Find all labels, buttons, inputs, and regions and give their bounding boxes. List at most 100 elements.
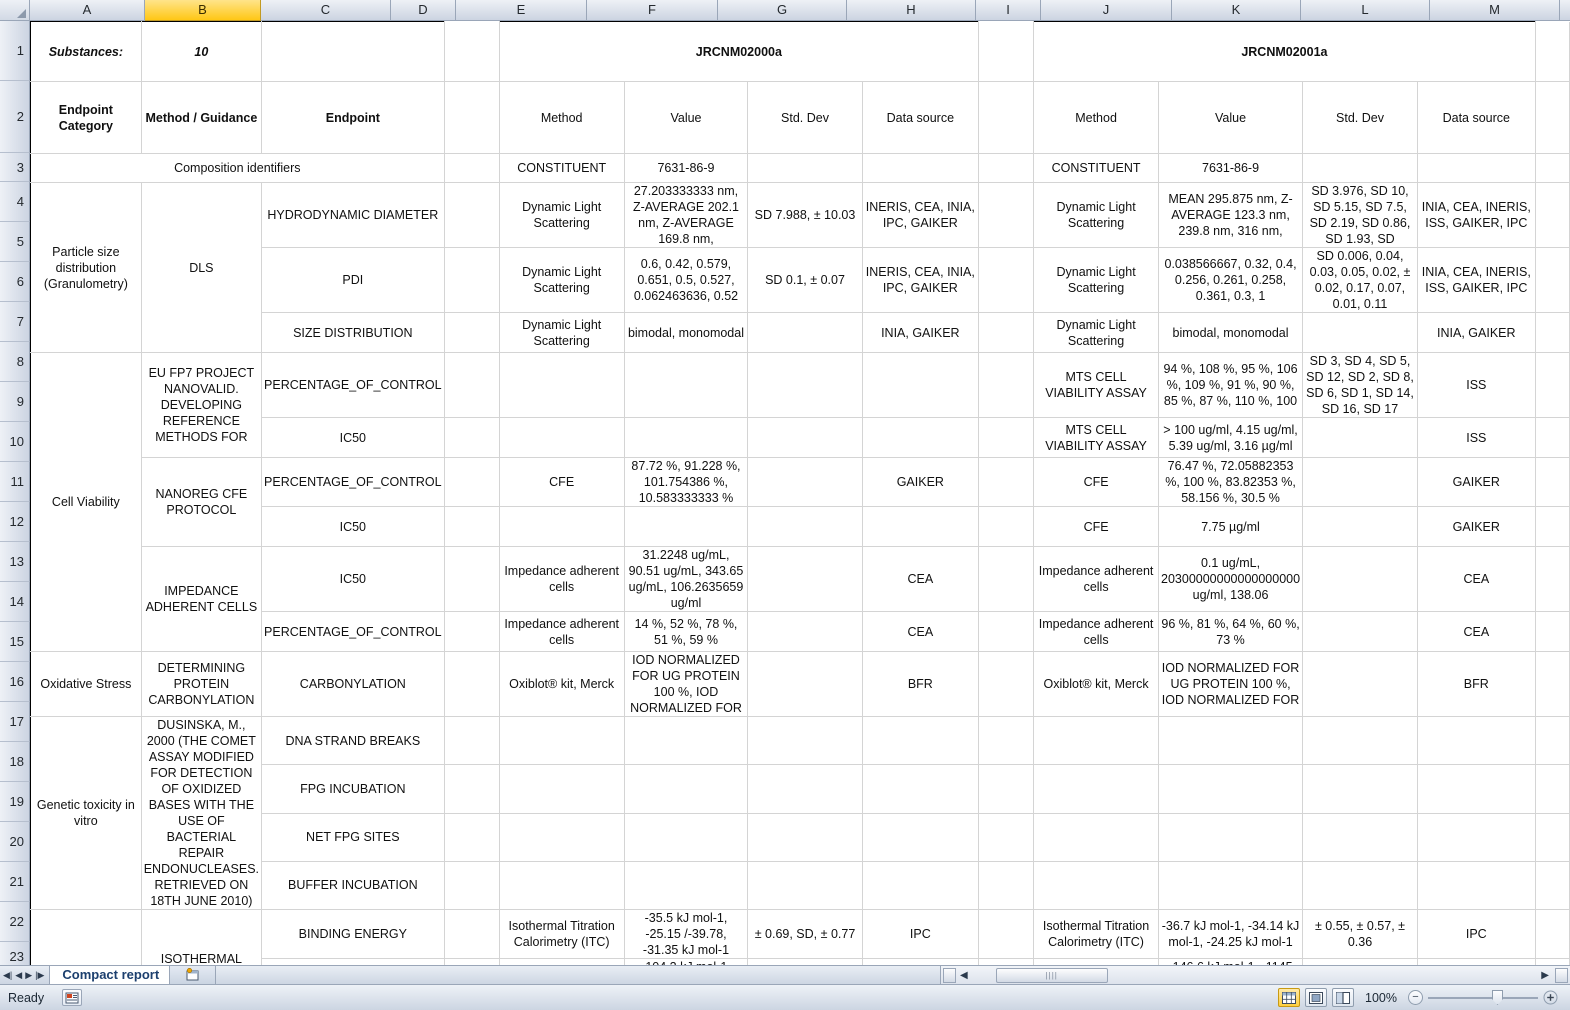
s2-src[interactable]: CEA bbox=[1417, 611, 1536, 652]
s1-sd[interactable] bbox=[747, 716, 863, 766]
s1-method[interactable]: CFE bbox=[498, 457, 625, 507]
column-header-k[interactable]: K bbox=[1172, 0, 1301, 21]
endpoint-cell[interactable]: FPG INCUBATION bbox=[261, 764, 445, 814]
spacer-d[interactable] bbox=[444, 312, 500, 353]
s1-sd[interactable] bbox=[747, 861, 863, 911]
spacer-i[interactable] bbox=[978, 247, 1035, 313]
s2-sd[interactable] bbox=[1302, 312, 1418, 353]
s2-sd[interactable]: SD 0.006, 0.04, 0.03, 0.05, 0.02, ± 0.02… bbox=[1302, 247, 1418, 313]
cell-n2[interactable] bbox=[1535, 81, 1570, 154]
spacer-i[interactable] bbox=[978, 611, 1035, 652]
view-page-break-button[interactable] bbox=[1332, 988, 1355, 1007]
cell-i2[interactable] bbox=[978, 81, 1035, 154]
s2-value[interactable]: bimodal, monomodal bbox=[1158, 312, 1304, 353]
s1-src[interactable] bbox=[862, 716, 980, 766]
header-endpoint-category[interactable]: Endpoint Category bbox=[30, 81, 142, 154]
spacer-n[interactable] bbox=[1535, 247, 1570, 313]
s1-sd[interactable] bbox=[747, 651, 863, 717]
s2-sd[interactable] bbox=[1302, 153, 1418, 183]
s1-src[interactable] bbox=[862, 417, 980, 458]
s1-value[interactable] bbox=[624, 417, 749, 458]
s2-src[interactable]: CEA bbox=[1417, 546, 1536, 612]
s1-src[interactable]: IPC bbox=[862, 909, 980, 959]
horizontal-scrollbar[interactable]: ◀ |||| ▶ bbox=[940, 965, 1570, 984]
header-s1-datasource[interactable]: Data source bbox=[862, 81, 980, 154]
s1-method[interactable] bbox=[498, 716, 625, 766]
row-header-3[interactable]: 3 bbox=[0, 153, 30, 182]
zoom-in-button[interactable] bbox=[1543, 990, 1558, 1005]
s1-method[interactable]: Dynamic Light Scattering bbox=[498, 247, 625, 313]
s1-src[interactable]: INERIS, CEA, INIA, IPC, GAIKER bbox=[862, 247, 980, 313]
spacer-i[interactable] bbox=[978, 312, 1035, 353]
row-header-6[interactable]: 6 bbox=[0, 262, 30, 302]
spacer-n[interactable] bbox=[1535, 813, 1570, 862]
spacer-n[interactable] bbox=[1535, 352, 1570, 418]
spacer-n[interactable] bbox=[1535, 764, 1570, 814]
spacer-i[interactable] bbox=[978, 506, 1035, 547]
s1-method[interactable] bbox=[498, 813, 625, 862]
column-header-j[interactable]: J bbox=[1041, 0, 1172, 21]
s2-src[interactable] bbox=[1417, 716, 1536, 766]
method-guidance-cell[interactable]: IMPEDANCE ADHERENT CELLS bbox=[141, 546, 263, 652]
substances-count[interactable]: 10 bbox=[141, 21, 263, 82]
s1-sd[interactable]: SD 0.1, ± 0.07 bbox=[747, 247, 863, 313]
spacer-d[interactable] bbox=[444, 716, 500, 766]
s1-src[interactable]: GAIKER bbox=[862, 457, 980, 507]
cell-d1[interactable] bbox=[444, 21, 500, 82]
column-header-l[interactable]: L bbox=[1301, 0, 1430, 21]
row-header-21[interactable]: 21 bbox=[0, 862, 30, 902]
spacer-n[interactable] bbox=[1535, 312, 1570, 353]
sheet-tab-compact-report[interactable]: Compact report bbox=[49, 965, 171, 985]
s1-sd[interactable] bbox=[747, 457, 863, 507]
s2-sd[interactable]: SD 3.976, SD 10, SD 5.15, SD 7.5, SD 2.1… bbox=[1302, 182, 1418, 248]
header-s1-value[interactable]: Value bbox=[624, 81, 749, 154]
s1-src[interactable] bbox=[862, 764, 980, 814]
endpoint-category-cell[interactable]: Genetic toxicity in vitro bbox=[30, 716, 142, 910]
split-handle-left[interactable] bbox=[943, 967, 956, 983]
s1-value[interactable]: -35.5 kJ mol-1, -25.15 /-39.78, -31.35 k… bbox=[624, 909, 749, 959]
column-header-b[interactable]: B bbox=[145, 0, 261, 21]
spacer-d[interactable] bbox=[444, 651, 500, 717]
s2-src[interactable]: GAIKER bbox=[1417, 506, 1536, 547]
method-guidance-cell[interactable]: DETERMINING PROTEIN CARBONYLATION bbox=[141, 651, 263, 717]
s2-value[interactable] bbox=[1158, 813, 1304, 862]
s1-value[interactable]: bimodal, monomodal bbox=[624, 312, 749, 353]
s1-method[interactable] bbox=[498, 352, 625, 418]
spacer-n[interactable] bbox=[1535, 909, 1570, 959]
s2-src[interactable]: INIA, CEA, INERIS, ISS, GAIKER, IPC bbox=[1417, 247, 1536, 313]
endpoint-cell[interactable]: PERCENTAGE_OF_CONTROL bbox=[261, 352, 445, 418]
worksheet-grid[interactable]: 1 2 3 4 5 6 7 8 9 10 11 12 13 14 15 16 17 18 19 20 21 22 23 Su… bbox=[0, 21, 1570, 965]
s2-value[interactable]: IOD NORMALIZED FOR UG PROTEIN 100 %, IOD… bbox=[1158, 651, 1304, 717]
s2-method[interactable]: Oxiblot® kit, Merck bbox=[1033, 651, 1160, 717]
cell-d3[interactable] bbox=[444, 153, 500, 183]
header-s1-stddev[interactable]: Std. Dev bbox=[747, 81, 863, 154]
split-handle-right[interactable] bbox=[1555, 967, 1568, 983]
endpoint-cell[interactable]: PDI bbox=[261, 247, 445, 313]
spacer-i[interactable] bbox=[978, 457, 1035, 507]
s2-method[interactable]: Dynamic Light Scattering bbox=[1033, 247, 1160, 313]
cell-n1[interactable] bbox=[1535, 21, 1570, 82]
scroll-right-arrow[interactable]: ▶ bbox=[1535, 970, 1555, 981]
s1-method[interactable]: Isothermal Titration Calorimetry (ITC) bbox=[498, 909, 625, 959]
prev-sheet-icon[interactable]: ◀ bbox=[15, 970, 22, 981]
s1-method[interactable]: Dynamic Light Scattering bbox=[498, 182, 625, 248]
hscroll-thumb[interactable]: |||| bbox=[995, 967, 1108, 983]
header-endpoint[interactable]: Endpoint bbox=[261, 81, 445, 154]
substances-label[interactable]: Substances: bbox=[30, 21, 142, 82]
column-header-g[interactable]: G bbox=[718, 0, 847, 21]
endpoint-cell[interactable]: IC50 bbox=[261, 506, 445, 547]
endpoint-cell[interactable]: SIZE DISTRIBUTION bbox=[261, 312, 445, 353]
s1-src[interactable] bbox=[862, 861, 980, 911]
s1-sd[interactable]: SD 7.988, ± 10.03 bbox=[747, 182, 863, 248]
endpoint-category-cell[interactable]: Particle size distribution (Granulometry… bbox=[30, 182, 142, 353]
s2-sd[interactable]: ± 0.55, ± 0.57, ± 0.36 bbox=[1302, 909, 1418, 959]
s2-method[interactable] bbox=[1033, 716, 1160, 766]
spacer-i[interactable] bbox=[978, 352, 1035, 418]
s2-src[interactable]: INIA, CEA, INERIS, ISS, GAIKER, IPC bbox=[1417, 182, 1536, 248]
row-header-8[interactable]: 8 bbox=[0, 342, 30, 382]
column-header-a[interactable]: A bbox=[30, 0, 145, 21]
insert-worksheet-icon[interactable] bbox=[170, 965, 217, 985]
s2-src[interactable] bbox=[1417, 764, 1536, 814]
s2-src[interactable] bbox=[1417, 813, 1536, 862]
s1-value[interactable] bbox=[624, 813, 749, 862]
